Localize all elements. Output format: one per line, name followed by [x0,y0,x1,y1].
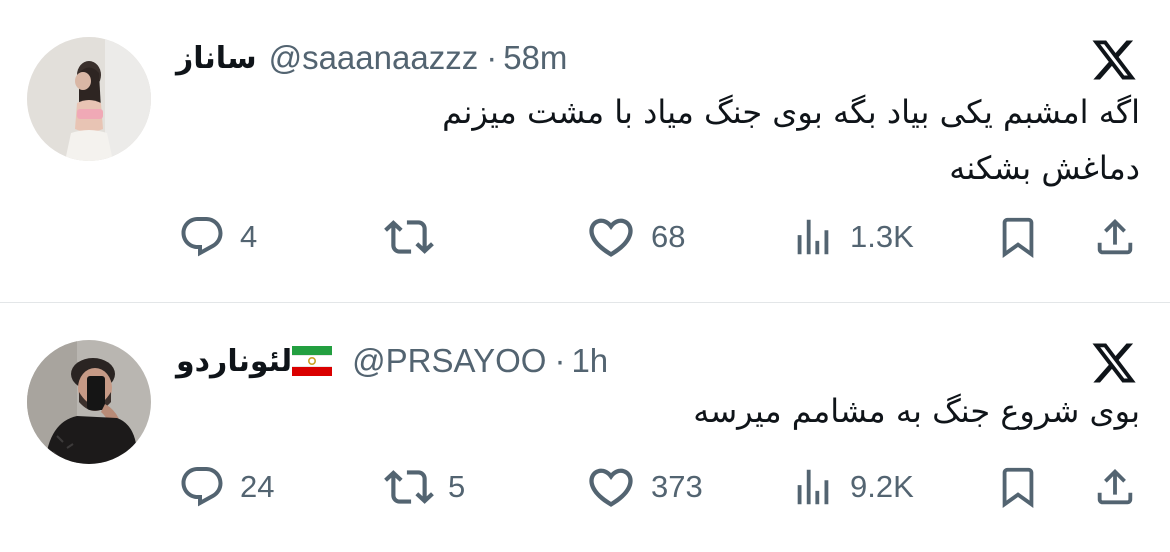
action-bar: 4 68 1.3K [0,207,1170,267]
upload-share-icon [1092,464,1138,510]
bookmark-button[interactable] [995,207,1041,267]
tweet-card[interactable]: لئوناردو @PRSAYOO · 1h بوی شروع جنگ به م… [0,303,1170,552]
views-button[interactable]: 9.2K [790,457,914,517]
timestamp[interactable]: 1h [571,342,608,380]
tweet-text: بوی شروع جنگ به مشامم میرسه [693,383,1140,439]
x-logo-icon[interactable] [1088,339,1140,387]
tweet-text-line: بوی شروع جنگ به مشامم میرسه [693,392,1140,430]
bookmark-button[interactable] [995,457,1041,517]
avatar[interactable] [27,37,151,161]
tweet-text: اگه امشبم یکی بیاد بگه بوی جنگ میاد با م… [442,84,1140,196]
retweet-arrows-icon [384,212,434,262]
bar-chart-icon [790,464,836,510]
like-button[interactable]: 373 [585,457,703,517]
heart-icon [585,461,637,513]
avatar[interactable] [27,340,151,464]
separator-dot: · [554,342,566,379]
heart-icon [585,211,637,263]
upload-share-icon [1092,214,1138,260]
iran-flag-icon [292,346,333,376]
views-button[interactable]: 1.3K [790,207,914,267]
like-count: 373 [651,469,703,504]
retweet-arrows-icon [384,462,434,512]
display-name[interactable]: لئوناردو [176,344,292,379]
retweet-count: 5 [448,469,466,504]
avatar-photo [27,340,151,464]
like-count: 68 [651,219,686,254]
share-button[interactable] [1092,457,1138,517]
share-button[interactable] [1092,207,1138,267]
bar-chart-icon [790,214,836,260]
x-logo-icon[interactable] [1088,36,1140,84]
bookmark-icon [995,464,1041,510]
speech-bubble-icon [178,463,226,511]
speech-bubble-icon [178,213,226,261]
view-count: 1.3K [850,219,914,254]
user-handle[interactable]: @PRSAYOO [352,342,546,380]
view-count: 9.2K [850,469,914,504]
separator-dot: · [486,39,498,76]
bookmark-icon [995,214,1041,260]
tweet-text-line: دماغش بشکنه [949,149,1140,187]
retweet-button[interactable]: 5 [384,457,465,517]
timestamp[interactable]: 58m [503,39,567,77]
user-handle[interactable]: @saaanaazzz [269,39,479,77]
reply-button[interactable]: 4 [178,207,257,267]
tweet-text-line: اگه امشبم یکی بیاد بگه بوی جنگ میاد با م… [442,93,1140,131]
like-button[interactable]: 68 [585,207,685,267]
reply-button[interactable]: 24 [178,457,274,517]
reply-count: 24 [240,469,275,504]
tweet-header: لئوناردو @PRSAYOO · 1h [176,341,608,381]
tweet-card[interactable]: ساناز @saaanaazzz · 58m اگه امشبم یکی بی… [0,0,1170,302]
display-name[interactable]: ساناز [176,41,257,76]
retweet-button[interactable] [384,207,448,267]
action-bar: 24 5 373 9.2K [0,457,1170,517]
reply-count: 4 [240,219,258,254]
avatar-photo [27,37,151,161]
tweet-header: ساناز @saaanaazzz · 58m [176,38,567,78]
